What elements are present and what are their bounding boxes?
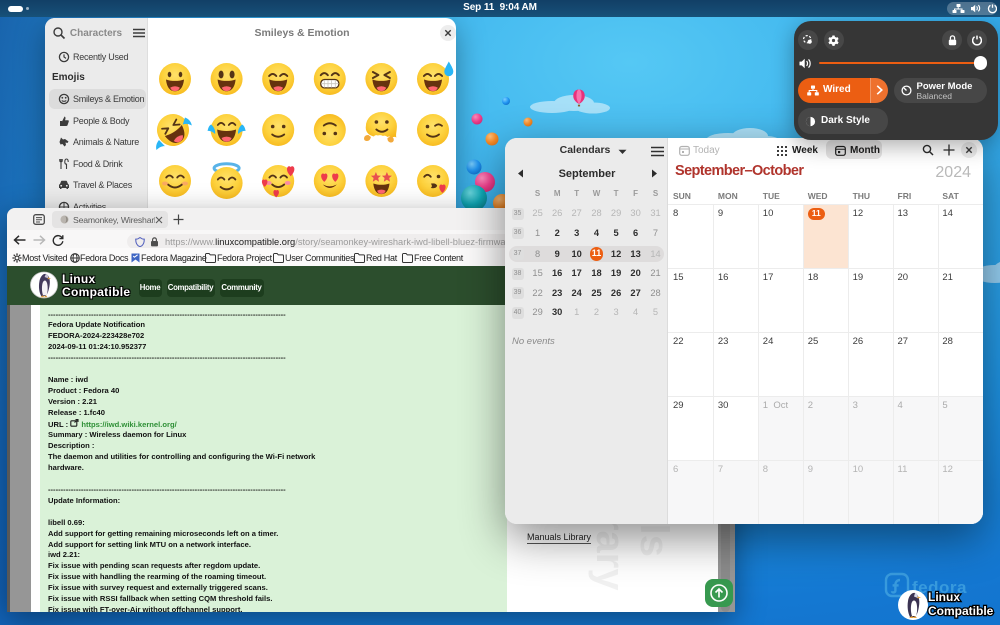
svg-text:Linux: Linux	[928, 590, 960, 604]
svg-text:Compatible: Compatible	[928, 604, 994, 618]
